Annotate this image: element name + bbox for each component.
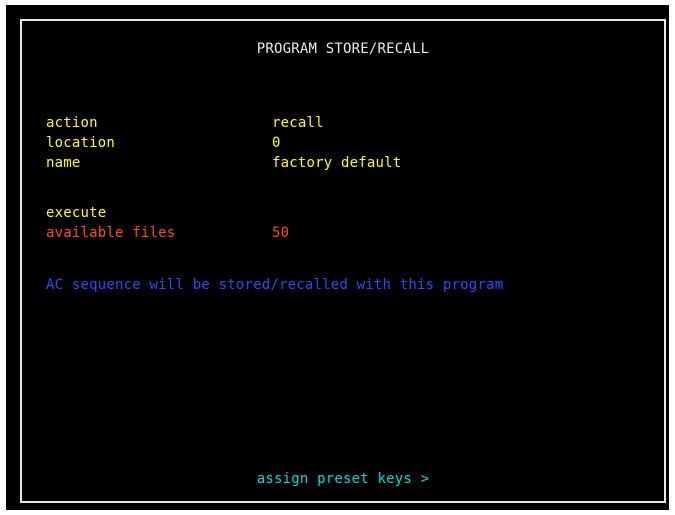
program-store-recall-screen: PROGRAM STORE/RECALL action recall locat… <box>20 19 666 503</box>
location-value[interactable]: 0 <box>272 133 281 153</box>
location-label: location <box>46 135 116 151</box>
name-value[interactable]: factory default <box>272 153 401 173</box>
assign-preset-keys-link[interactable]: assign preset keys > <box>22 471 664 487</box>
location-row[interactable]: location 0 <box>46 133 606 153</box>
execute-row[interactable]: execute <box>46 203 606 223</box>
action-value[interactable]: recall <box>272 113 324 133</box>
execute-button[interactable]: execute <box>46 203 106 223</box>
available-files-label: available files <box>46 225 176 241</box>
page-title: PROGRAM STORE/RECALL <box>256 41 430 57</box>
device-frame: PROGRAM STORE/RECALL action recall locat… <box>6 5 669 510</box>
ac-sequence-note: AC sequence will be stored/recalled with… <box>46 277 504 293</box>
name-row[interactable]: name factory default <box>46 153 606 173</box>
action-label: action <box>46 115 98 131</box>
action-row[interactable]: action recall <box>46 113 606 133</box>
available-files-value: 50 <box>272 225 290 241</box>
name-label: name <box>46 155 81 171</box>
available-files-row: available files 50 <box>46 223 606 243</box>
